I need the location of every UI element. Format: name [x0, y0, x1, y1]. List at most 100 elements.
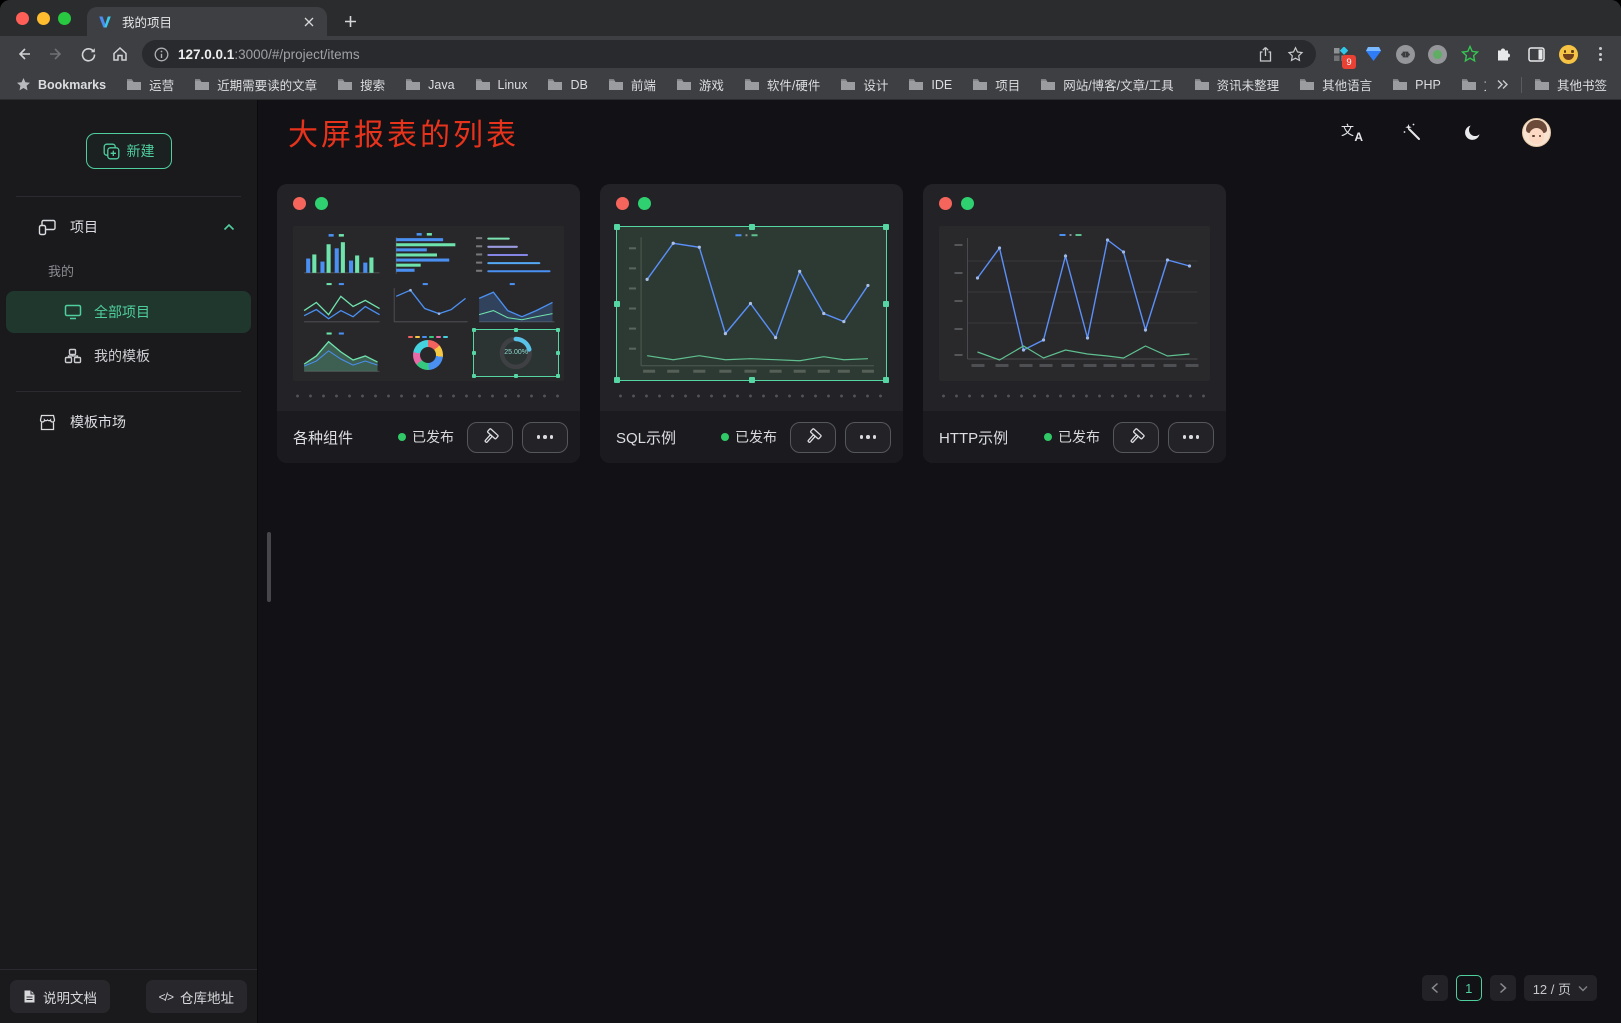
folder-icon	[744, 78, 760, 91]
sidebar-item-all-projects[interactable]: 全部项目	[6, 291, 251, 333]
card-red-dot	[293, 197, 306, 210]
share-icon[interactable]	[1258, 46, 1273, 63]
page-size-select[interactable]: 12 / 页	[1524, 975, 1597, 1001]
bookmark-folder[interactable]: Linux	[475, 78, 528, 92]
folder-icon	[1461, 78, 1477, 91]
bookmark-folder[interactable]: 其他语言	[1299, 75, 1372, 94]
tab-manager-extension-icon[interactable]: 9	[1330, 44, 1350, 64]
project-thumbnail[interactable]	[616, 226, 887, 381]
user-avatar[interactable]	[1522, 118, 1551, 147]
dotted-separator	[612, 389, 891, 403]
repo-button-label: 仓库地址	[180, 987, 234, 1007]
magic-wand-icon[interactable]	[1400, 120, 1424, 144]
bookmark-folder[interactable]: DB	[547, 78, 587, 92]
repo-button[interactable]: </> 仓库地址	[146, 980, 247, 1013]
bookmarks-divider	[1521, 77, 1522, 93]
bookmark-folder[interactable]: 设计	[840, 75, 888, 94]
more-options-button[interactable]	[1168, 422, 1214, 453]
project-card[interactable]: HTTP示例 已发布	[923, 184, 1226, 463]
bookmark-folder[interactable]: 文件服务器	[1461, 75, 1486, 94]
bookmarks-root[interactable]: Bookmarks	[16, 77, 106, 92]
status-label: 已发布	[1058, 427, 1100, 447]
new-plus-icon	[103, 143, 120, 160]
new-project-button[interactable]: 新建	[86, 133, 172, 169]
site-info-icon[interactable]	[154, 47, 169, 62]
browser-toolbar: 127.0.0.1:3000/#/project/items 9	[0, 36, 1621, 72]
project-thumbnail[interactable]	[939, 226, 1210, 381]
bookmark-folder[interactable]: 运营	[126, 75, 174, 94]
new-tab-button[interactable]	[337, 8, 363, 34]
bookmark-folder[interactable]: 前端	[608, 75, 656, 94]
scrollbar-thumb[interactable]	[267, 532, 271, 602]
next-page-button[interactable]	[1490, 975, 1516, 1001]
hammer-icon	[804, 428, 822, 446]
bookmark-folder[interactable]: IDE	[908, 78, 952, 92]
browser-tab[interactable]: 我的项目	[87, 7, 327, 36]
other-bookmarks-folder[interactable]: 其他书签	[1534, 75, 1607, 94]
recorder-extension-icon[interactable]	[1428, 45, 1447, 64]
monitor-icon	[64, 304, 82, 320]
bookmark-folder[interactable]: 项目	[972, 75, 1020, 94]
edit-project-button[interactable]	[467, 422, 513, 453]
line-chart-preview-selected	[616, 226, 887, 381]
sidebar-divider	[16, 196, 241, 197]
chevron-down-icon	[1578, 985, 1588, 992]
forward-button[interactable]	[42, 40, 70, 68]
docs-button[interactable]: 说明文档	[10, 980, 110, 1013]
bookmark-folder[interactable]: 网站/博客/文章/工具	[1040, 75, 1173, 94]
close-window-button[interactable]	[16, 12, 29, 25]
goview-favicon-icon	[97, 14, 113, 30]
sidebar-item-template-market[interactable]: 模板市场	[0, 398, 257, 446]
project-thumbnail[interactable]: 25.00%	[293, 226, 564, 381]
page-number-button[interactable]: 1	[1456, 975, 1482, 1001]
mini-area-chart	[473, 280, 559, 327]
bookmark-folder[interactable]: 游戏	[676, 75, 724, 94]
project-card[interactable]: SQL示例 已发布	[600, 184, 903, 463]
prev-page-button[interactable]	[1422, 975, 1448, 1001]
status-label: 已发布	[735, 427, 777, 447]
bookmark-folder[interactable]: PHP	[1392, 78, 1441, 92]
bookmarks-overflow-icon[interactable]	[1496, 79, 1509, 90]
more-options-button[interactable]	[845, 422, 891, 453]
extensions-puzzle-icon[interactable]	[1493, 44, 1513, 64]
edit-project-button[interactable]	[790, 422, 836, 453]
gem-extension-icon[interactable]	[1363, 44, 1383, 64]
emoji-extension-icon[interactable]	[1559, 45, 1578, 64]
sidebar-item-label: 我的模板	[94, 346, 150, 366]
side-panel-icon[interactable]	[1526, 44, 1546, 64]
mini-gauge-selected: 25.00%	[473, 329, 559, 377]
edit-project-button[interactable]	[1113, 422, 1159, 453]
chrome-menu-icon[interactable]	[1591, 47, 1609, 61]
sidebar-section-project[interactable]: 项目	[0, 203, 257, 251]
zoom-window-button[interactable]	[58, 12, 71, 25]
language-icon[interactable]: 文 A	[1341, 122, 1363, 142]
address-bar[interactable]: 127.0.0.1:3000/#/project/items	[142, 40, 1316, 68]
card-footer: SQL示例 已发布	[600, 411, 903, 463]
chevron-up-icon[interactable]	[223, 223, 235, 231]
bookmark-folder[interactable]: 搜索	[337, 75, 385, 94]
command-extension-icon[interactable]	[1396, 45, 1415, 64]
gauge-value: 25.00%	[474, 330, 558, 376]
star-extension-icon[interactable]	[1460, 44, 1480, 64]
bookmark-folder[interactable]: Java	[405, 78, 454, 92]
bookmark-folder[interactable]: 近期需要读的文章	[194, 75, 317, 94]
folder-icon	[1194, 78, 1210, 91]
bookmark-folder[interactable]: 软件/硬件	[744, 75, 820, 94]
folder-icon	[547, 78, 563, 91]
back-button[interactable]	[10, 40, 38, 68]
more-options-button[interactable]	[522, 422, 568, 453]
docs-button-label: 说明文档	[43, 987, 97, 1007]
bookmark-folder[interactable]: 资讯未整理	[1194, 75, 1280, 94]
bookmark-star-icon[interactable]	[1287, 46, 1304, 63]
project-card[interactable]: 25.00% 各种组件 已发布	[277, 184, 580, 463]
dark-mode-moon-icon[interactable]	[1461, 120, 1485, 144]
home-button[interactable]	[106, 40, 134, 68]
template-flow-icon	[64, 348, 82, 364]
tab-close-icon[interactable]	[300, 13, 317, 30]
card-traffic-dots	[277, 184, 580, 210]
reload-button[interactable]	[74, 40, 102, 68]
minimize-window-button[interactable]	[37, 12, 50, 25]
sidebar-item-my-templates[interactable]: 我的模板	[6, 335, 251, 377]
folder-icon	[1040, 78, 1056, 91]
project-title: HTTP示例	[939, 427, 1035, 448]
